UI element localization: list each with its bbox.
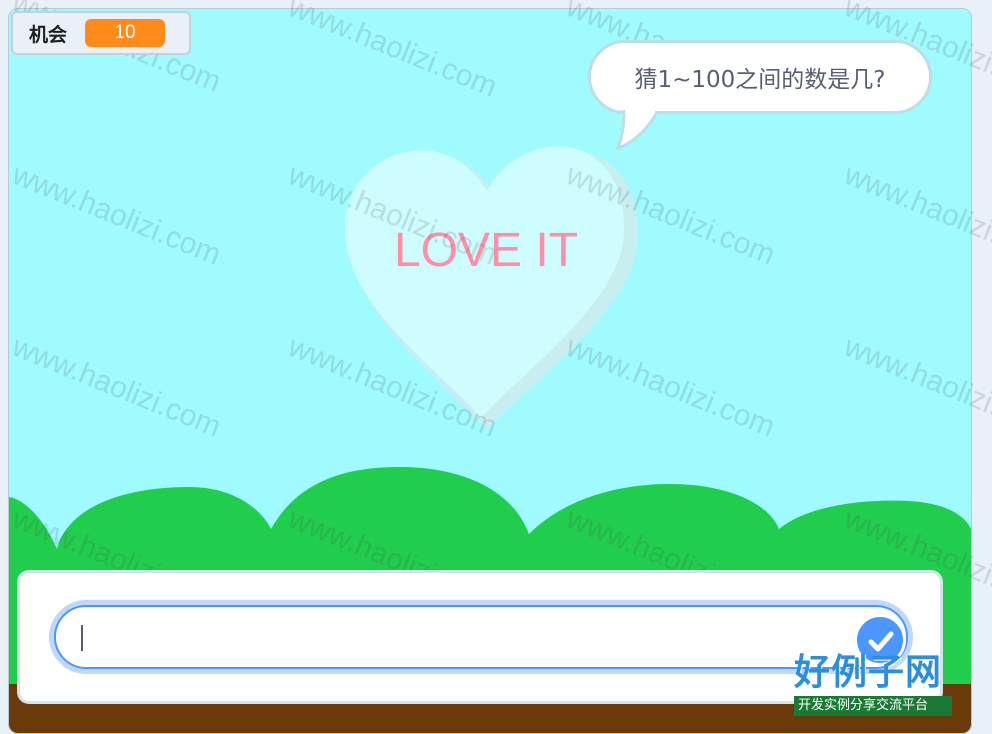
monitor-value: 10 xyxy=(85,19,166,47)
logo-main-text: 好例子网 xyxy=(794,651,943,693)
variable-monitor: 机会 10 xyxy=(11,11,191,55)
speech-bubble: 猜1~100之间的数是几? xyxy=(588,40,932,114)
logo-subtitle: 开发实例分享交流平台 xyxy=(794,696,952,716)
answer-input-field[interactable] xyxy=(54,605,908,669)
site-logo: 好例子网 开发实例分享交流平台 xyxy=(794,652,952,716)
heart-text: LOVE IT xyxy=(394,224,578,277)
speech-text: 猜1~100之间的数是几? xyxy=(634,67,886,93)
answer-input[interactable] xyxy=(76,615,840,661)
monitor-label: 机会 xyxy=(29,23,68,46)
speech-bubble-tail xyxy=(615,110,658,151)
